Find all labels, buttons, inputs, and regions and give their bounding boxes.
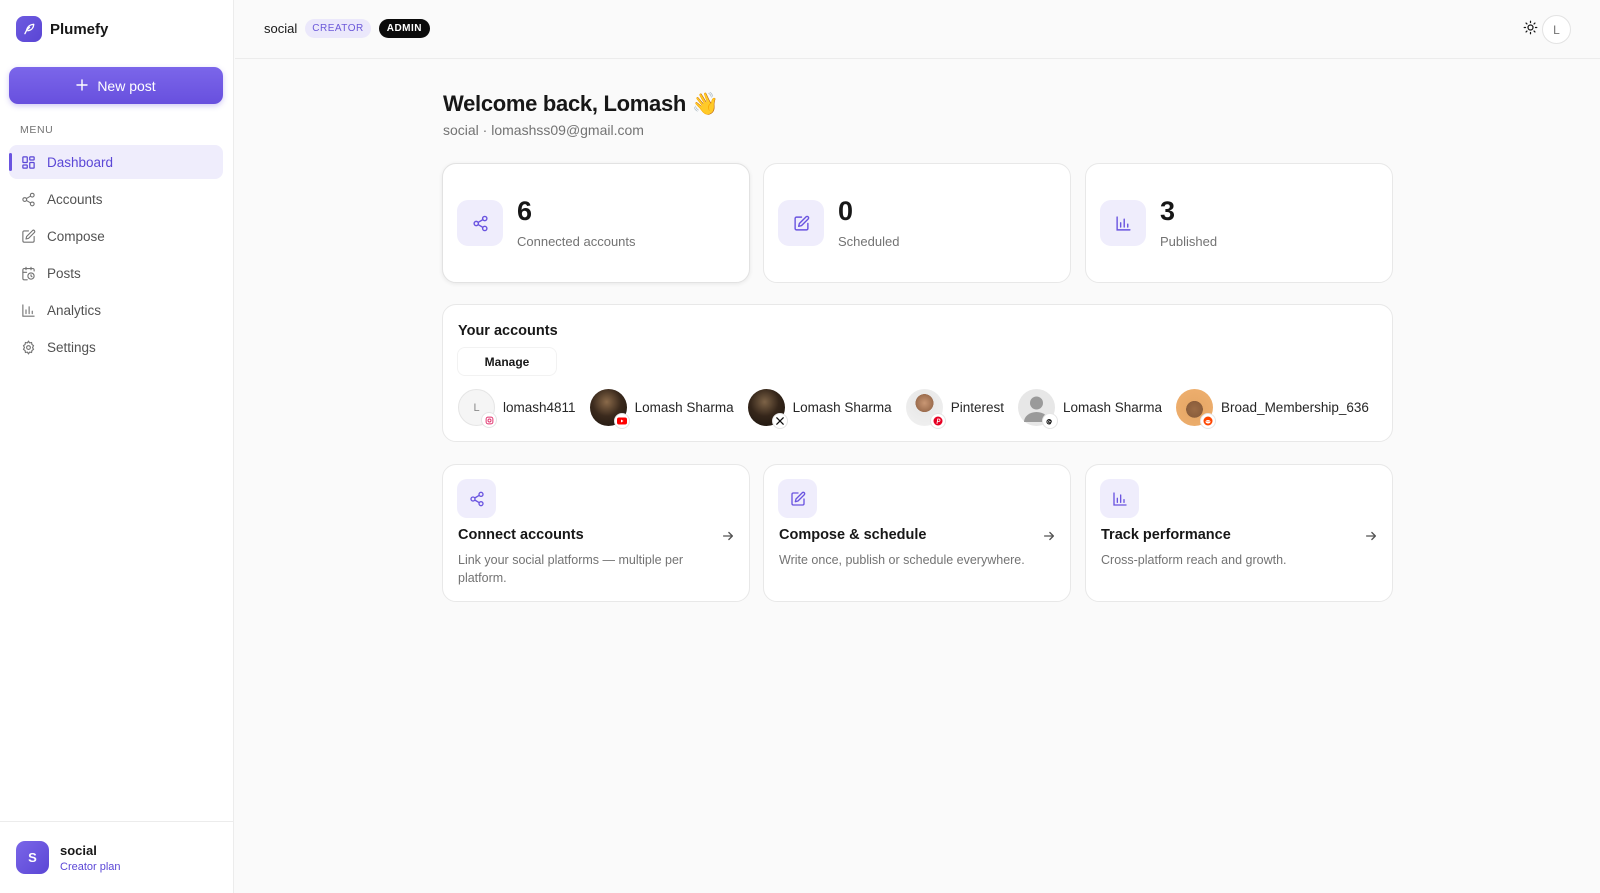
share-icon <box>457 479 496 518</box>
stat-card-published: 3 Published <box>1085 163 1393 283</box>
account-name: Lomash Sharma <box>1062 400 1163 415</box>
account-chip[interactable]: Lomash Sharma <box>747 389 892 429</box>
workspace-avatar: S <box>16 841 49 874</box>
feature-description: Cross-platform reach and growth. <box>1101 553 1287 567</box>
stat-label: Connected accounts <box>517 234 636 249</box>
share-icon <box>20 191 36 207</box>
reddit-icon <box>1200 413 1217 429</box>
avatar <box>1017 389 1058 429</box>
edit-icon <box>20 228 36 244</box>
new-post-button[interactable]: New post <box>9 67 223 104</box>
account-name: Broad_Membership_636 <box>1221 400 1369 415</box>
account-chip[interactable]: L lomash4811 <box>458 389 576 428</box>
section-title: Your accounts <box>458 323 558 339</box>
account-chip[interactable]: Pinterest <box>905 389 1004 429</box>
avatar <box>747 389 788 429</box>
page-title: Welcome back, Lomash 👋 <box>443 91 719 116</box>
avatar: L <box>458 389 497 428</box>
sidebar-item-label: Analytics <box>47 302 102 318</box>
new-post-label: New post <box>97 77 156 94</box>
creator-badge: CREATOR <box>305 19 371 38</box>
bar-chart-icon <box>20 302 36 318</box>
user-avatar-button[interactable]: L <box>1542 15 1571 44</box>
calendar-clock-icon <box>20 265 36 281</box>
account-chip[interactable]: Broad_Membership_636 <box>1176 389 1369 429</box>
gear-icon <box>20 339 36 355</box>
stat-card-scheduled: 0 Scheduled <box>763 163 1071 283</box>
plan-label: Creator plan <box>60 860 121 873</box>
plus-icon <box>76 78 89 94</box>
stat-value: 6 <box>517 196 533 226</box>
brand[interactable]: Plumefy <box>16 16 108 42</box>
sidebar-item-label: Accounts <box>47 191 103 207</box>
feature-title: Compose & schedule <box>779 527 927 543</box>
stat-label: Scheduled <box>838 234 900 249</box>
grid-icon <box>20 154 36 170</box>
sidebar-item-label: Settings <box>47 339 96 355</box>
account-name: Lomash Sharma <box>792 400 892 415</box>
top-bar: social CREATOR ADMIN L <box>235 0 1600 59</box>
feature-description: Link your social platforms — multiple pe… <box>458 553 684 585</box>
account-name: Lomash Sharma <box>634 400 734 415</box>
workspace-breadcrumb: social CREATOR ADMIN <box>264 19 430 38</box>
page-subtitle: social · lomashss09@gmail.com <box>443 122 644 138</box>
workspace-switcher[interactable]: S social Creator plan <box>0 821 234 893</box>
sun-icon <box>1523 20 1538 40</box>
instagram-icon <box>481 412 497 428</box>
account-name: Pinterest <box>950 400 1004 415</box>
sidebar-item-posts[interactable]: Posts <box>9 256 223 290</box>
sidebar-item-settings[interactable]: Settings <box>9 330 223 364</box>
feature-title: Track performance <box>1101 527 1231 543</box>
feature-description: Write once, publish or schedule everywhe… <box>779 553 1025 567</box>
x-icon <box>771 413 788 429</box>
sidebar-item-label: Compose <box>47 228 105 244</box>
stat-card-connected-accounts: 6 Connected accounts <box>442 163 750 283</box>
sidebar-item-label: Dashboard <box>47 154 114 170</box>
edit-icon <box>778 479 817 518</box>
sidebar-item-accounts[interactable]: Accounts <box>9 182 223 216</box>
youtube-icon <box>613 413 630 429</box>
menu-label: MENU <box>20 124 54 136</box>
sidebar-item-compose[interactable]: Compose <box>9 219 223 253</box>
avatar-letter: L <box>473 401 480 414</box>
arrow-right-icon[interactable] <box>1364 529 1378 543</box>
theme-toggle-button[interactable] <box>1519 19 1541 41</box>
feature-card-connect-accounts[interactable]: Connect accounts Link your social platfo… <box>442 464 750 602</box>
sidebar-item-dashboard[interactable]: Dashboard <box>9 145 223 179</box>
bar-chart-icon <box>1100 200 1146 246</box>
workspace-name: social <box>60 842 97 858</box>
avatar <box>905 389 946 429</box>
your-accounts-card: Your accounts Manage L lomash4811 Lomash… <box>442 304 1393 442</box>
sidebar-nav: Dashboard Accounts Compose Posts Analyti… <box>9 145 223 367</box>
avatar <box>589 389 630 429</box>
stat-label: Published <box>1160 234 1218 249</box>
feature-card-compose-schedule[interactable]: Compose & schedule Write once, publish o… <box>763 464 1071 602</box>
threads-icon <box>1041 413 1058 429</box>
feature-card-track-performance[interactable]: Track performance Cross-platform reach a… <box>1085 464 1393 602</box>
account-chip[interactable]: Lomash Sharma <box>1017 389 1163 429</box>
brand-name: Plumefy <box>50 20 109 38</box>
avatar <box>1176 389 1217 429</box>
manage-accounts-button[interactable]: Manage <box>458 348 556 375</box>
feather-logo-icon <box>16 16 42 42</box>
edit-icon <box>778 200 824 246</box>
admin-badge: ADMIN <box>378 19 430 38</box>
sidebar: Plumefy New post MENU Dashboard Accounts… <box>0 0 234 893</box>
stat-value: 3 <box>1160 196 1176 226</box>
arrow-right-icon[interactable] <box>721 529 735 543</box>
account-list: L lomash4811 Lomash Sharma Lomash Sharma <box>458 389 1383 429</box>
share-icon <box>457 200 503 246</box>
feature-title: Connect accounts <box>458 527 584 543</box>
sidebar-item-analytics[interactable]: Analytics <box>9 293 223 327</box>
bar-chart-icon <box>1100 479 1139 518</box>
pinterest-icon <box>929 413 946 429</box>
arrow-right-icon[interactable] <box>1042 529 1056 543</box>
sidebar-item-label: Posts <box>47 265 81 281</box>
workspace-name: social <box>264 21 298 36</box>
stat-value: 0 <box>838 196 854 226</box>
account-name: lomash4811 <box>503 400 576 415</box>
account-chip[interactable]: Lomash Sharma <box>589 389 734 429</box>
